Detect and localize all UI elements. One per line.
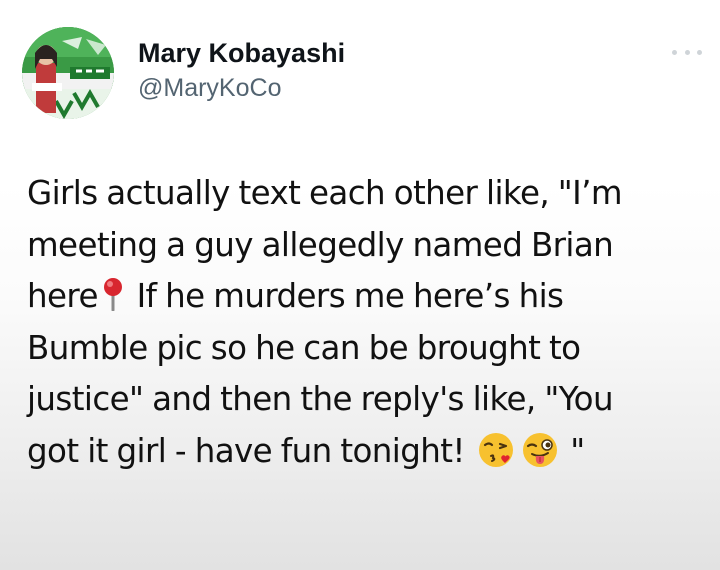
tweet-fragment: If he murders me here’s his <box>127 277 564 315</box>
tweet-line: got it girl - have fun tonight! " <box>27 426 699 478</box>
tweet-fragment: here <box>27 277 98 315</box>
round-pushpin-icon <box>103 278 122 311</box>
tweet-line: here If he murders me here’s his <box>27 271 699 323</box>
ellipsis-icon <box>684 49 690 55</box>
tweet-fragment: " <box>561 431 585 470</box>
user-handle[interactable]: @MaryKoCo <box>138 72 345 104</box>
tweet-line: Girls actually text each other like, "I’… <box>27 174 623 212</box>
tweet-line: Bumble pic so he can be brought to <box>27 328 581 367</box>
tweet-header: Mary Kobayashi @MaryKoCo <box>22 27 345 119</box>
tweet-card: Mary Kobayashi @MaryKoCo Girls actually … <box>0 0 720 570</box>
winking-face-with-tongue-icon <box>522 432 557 467</box>
user-names: Mary Kobayashi @MaryKoCo <box>138 36 345 104</box>
ellipsis-icon <box>697 49 702 55</box>
tweet-text: Girls actually text each other like, "I’… <box>27 168 699 477</box>
tweet-fragment: got it girl - have fun tonight! <box>27 431 465 470</box>
display-name[interactable]: Mary Kobayashi <box>138 36 345 70</box>
profile-photo-icon <box>22 27 114 119</box>
avatar[interactable] <box>22 27 114 119</box>
face-blowing-kiss-icon <box>478 432 513 467</box>
more-options-button[interactable] <box>672 44 702 60</box>
ellipsis-icon <box>672 49 677 55</box>
tweet-line: meeting a guy allegedly named Brian <box>27 225 614 264</box>
tweet-line: justice" and then the reply's like, "You <box>27 380 614 418</box>
